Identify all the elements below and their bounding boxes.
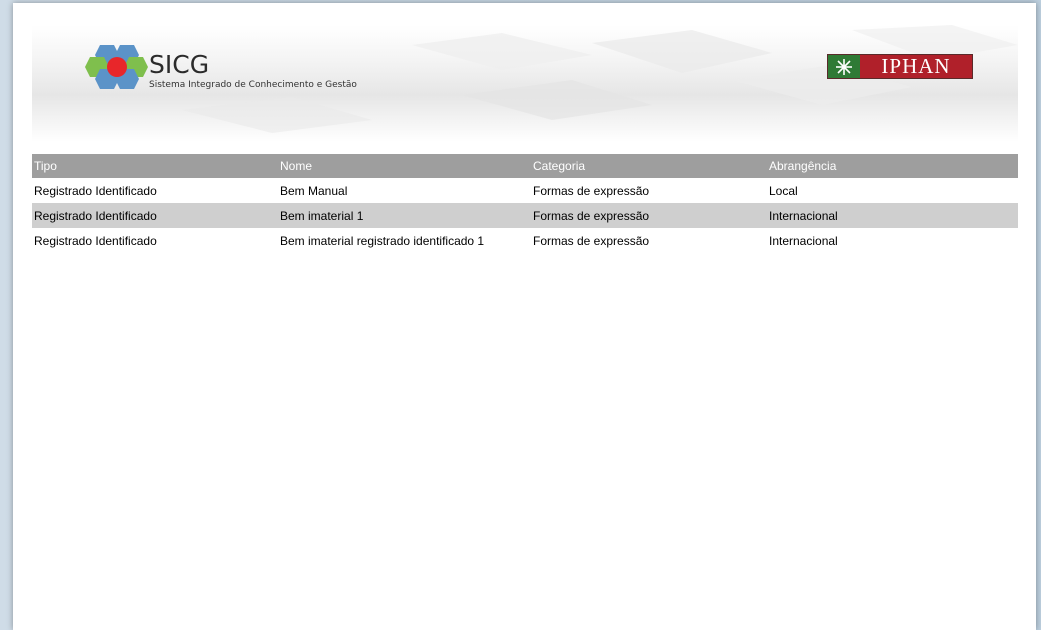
cell-abrangencia: Internacional bbox=[767, 203, 1018, 228]
cell-tipo: Registrado Identificado bbox=[34, 233, 157, 248]
cell-categoria: Formas de expressão bbox=[533, 233, 650, 248]
cell-nome: Bem Manual bbox=[280, 183, 348, 198]
iphan-emblem-icon bbox=[828, 55, 860, 78]
table-row: Registrado Identificado Bem imaterial re… bbox=[32, 228, 1018, 253]
iphan-logo: IPHAN bbox=[827, 54, 973, 79]
column-header-tipo: Tipo bbox=[32, 154, 278, 178]
app-subtitle: Sistema Integrado de Conhecimento e Gest… bbox=[149, 80, 357, 90]
hexagon-logo-icon bbox=[85, 45, 148, 89]
column-header-abrangencia: Abrangência bbox=[767, 154, 1018, 178]
column-header-categoria: Categoria bbox=[531, 154, 767, 178]
report-page: SICG Sistema Integrado de Conhecimento e… bbox=[13, 3, 1036, 630]
column-header-nome: Nome bbox=[278, 154, 531, 178]
cell-categoria: Formas de expressão bbox=[531, 203, 767, 228]
cell-tipo: Registrado Identificado bbox=[34, 183, 157, 198]
cell-nome: Bem imaterial 1 bbox=[278, 203, 531, 228]
cell-abrangencia: Local bbox=[769, 183, 798, 198]
cell-nome: Bem imaterial registrado identificado 1 bbox=[280, 233, 485, 248]
table-row: Registrado Identificado Bem Manual Forma… bbox=[32, 178, 1018, 203]
table-row: Registrado Identificado Bem imaterial 1 … bbox=[32, 203, 1018, 228]
results-table: Tipo Nome Categoria Abrangência Registra… bbox=[32, 154, 1018, 253]
app-title: SICG bbox=[149, 50, 210, 79]
header-banner: SICG Sistema Integrado de Conhecimento e… bbox=[32, 25, 1018, 142]
cell-tipo: Registrado Identificado bbox=[32, 203, 278, 228]
iphan-logo-text: IPHAN bbox=[860, 55, 972, 78]
cell-abrangencia: Internacional bbox=[769, 233, 838, 248]
cell-categoria: Formas de expressão bbox=[533, 183, 650, 198]
table-header-row: Tipo Nome Categoria Abrangência bbox=[32, 154, 1018, 178]
sicg-logo bbox=[84, 43, 148, 91]
